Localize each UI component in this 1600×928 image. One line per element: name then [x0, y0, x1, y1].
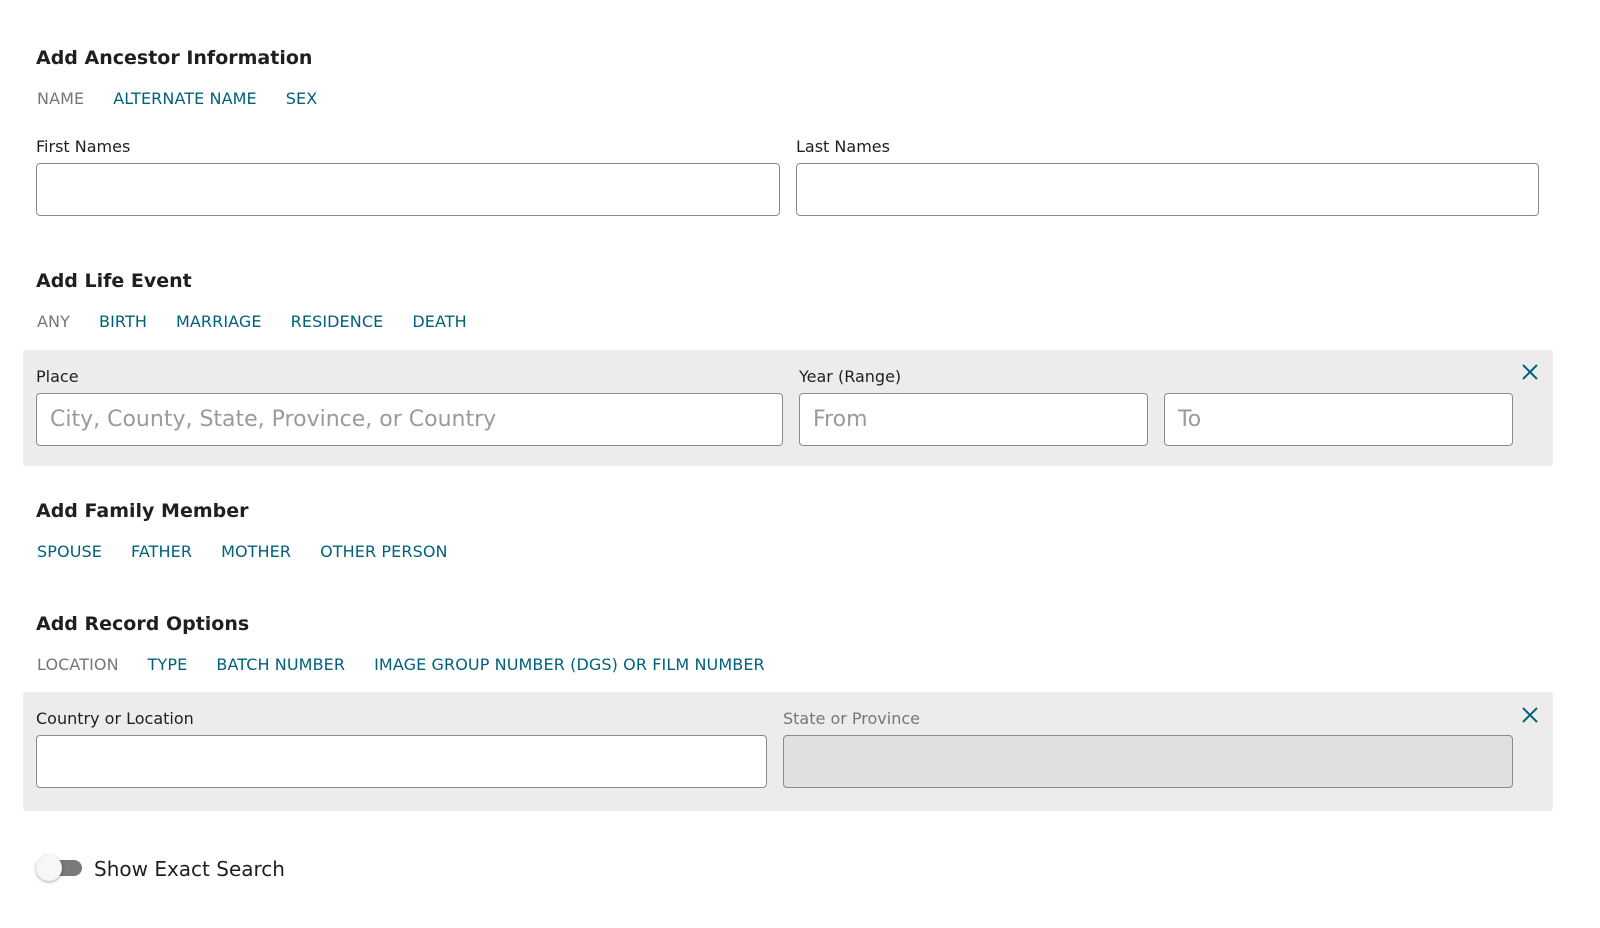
record-tabs: LOCATION TYPE BATCH NUMBER IMAGE GROUP N…	[37, 655, 794, 674]
place-input[interactable]: City, County, State, Province, or Countr…	[36, 393, 783, 446]
life-event-tabs: ANY BIRTH MARRIAGE RESIDENCE DEATH	[37, 312, 496, 331]
exact-search-label: Show Exact Search	[94, 857, 285, 881]
ancestor-tabs: NAME ALTERNATE NAME SEX	[37, 89, 346, 108]
year-from-input[interactable]: From	[799, 393, 1148, 446]
tab-alternate-name[interactable]: ALTERNATE NAME	[113, 89, 257, 108]
tab-birth[interactable]: BIRTH	[99, 312, 147, 331]
year-range-label: Year (Range)	[799, 367, 902, 386]
country-label: Country or Location	[36, 709, 194, 728]
exact-search-toggle[interactable]	[36, 854, 86, 882]
tab-spouse[interactable]: SPOUSE	[37, 542, 102, 561]
last-names-label: Last Names	[796, 137, 890, 156]
record-heading: Add Record Options	[36, 613, 250, 635]
life-event-heading: Add Life Event	[36, 270, 192, 292]
first-names-label: First Names	[36, 137, 131, 156]
close-icon[interactable]	[1520, 362, 1540, 382]
tab-type[interactable]: TYPE	[148, 655, 188, 674]
tab-other-person[interactable]: OTHER PERSON	[320, 542, 448, 561]
toggle-knob	[36, 855, 62, 881]
last-names-input[interactable]	[796, 163, 1539, 216]
tab-batch-number[interactable]: BATCH NUMBER	[216, 655, 345, 674]
tab-mother[interactable]: MOTHER	[221, 542, 291, 561]
first-names-input[interactable]	[36, 163, 780, 216]
tab-any[interactable]: ANY	[37, 312, 70, 331]
family-heading: Add Family Member	[36, 500, 249, 522]
year-to-input[interactable]: To	[1164, 393, 1513, 446]
country-input[interactable]	[36, 735, 767, 788]
family-tabs: SPOUSE FATHER MOTHER OTHER PERSON	[37, 542, 477, 561]
tab-marriage[interactable]: MARRIAGE	[176, 312, 262, 331]
tab-location[interactable]: LOCATION	[37, 655, 119, 674]
tab-father[interactable]: FATHER	[131, 542, 192, 561]
ancestor-heading: Add Ancestor Information	[36, 47, 313, 69]
tab-death[interactable]: DEATH	[412, 312, 466, 331]
tab-image-group-number[interactable]: IMAGE GROUP NUMBER (DGS) OR FILM NUMBER	[374, 655, 765, 674]
close-icon[interactable]	[1520, 705, 1540, 725]
place-label: Place	[36, 367, 79, 386]
state-label: State or Province	[783, 709, 920, 728]
state-input	[783, 735, 1513, 788]
tab-name[interactable]: NAME	[37, 89, 84, 108]
tab-residence[interactable]: RESIDENCE	[291, 312, 384, 331]
tab-sex[interactable]: SEX	[286, 89, 318, 108]
